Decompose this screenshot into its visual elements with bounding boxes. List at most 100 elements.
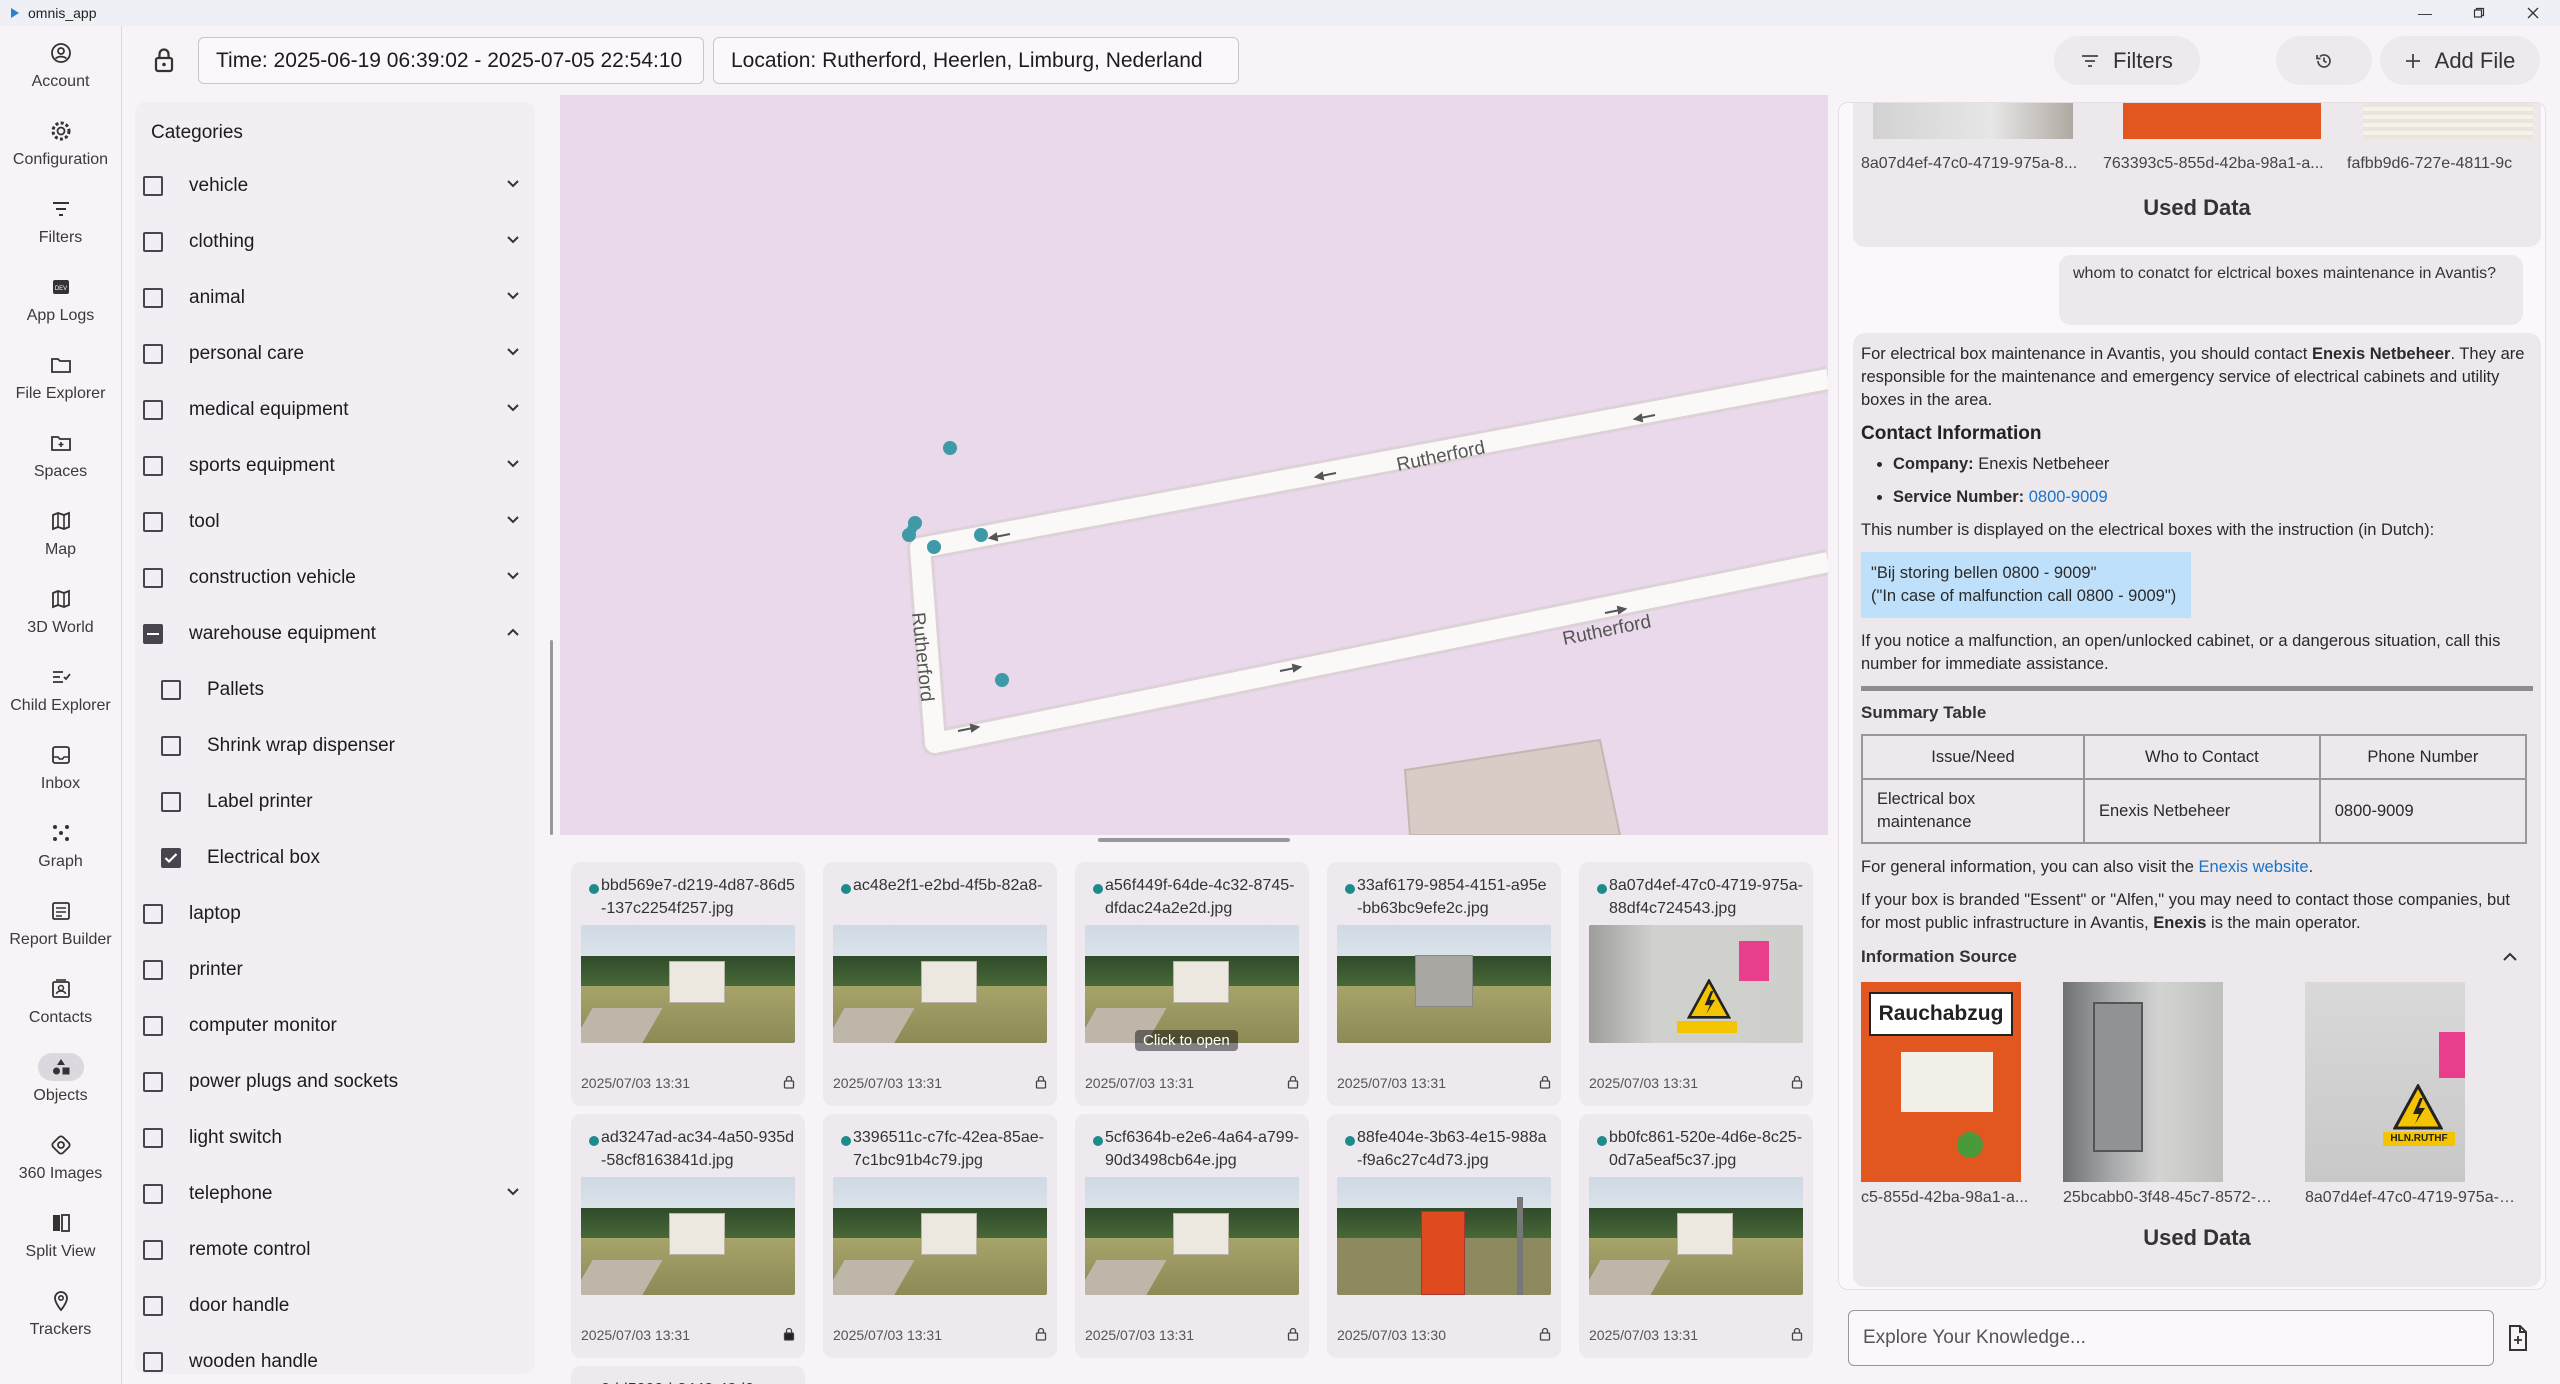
lock-icon[interactable] [1287, 1327, 1299, 1341]
chevron-down-icon[interactable] [505, 512, 521, 528]
nav-item-objects[interactable]: Objects [0, 1040, 121, 1118]
category-row[interactable]: vehicle [135, 158, 535, 214]
category-checkbox[interactable] [161, 848, 181, 868]
service-number-link[interactable]: 0800-9009 [2029, 488, 2108, 506]
category-row[interactable]: medical equipment [135, 382, 535, 438]
category-checkbox[interactable] [143, 456, 163, 476]
location-filter-chip[interactable]: Location: Rutherford, Heerlen, Limburg, … [713, 37, 1239, 84]
chevron-down-icon[interactable] [505, 1184, 521, 1200]
category-checkbox[interactable] [143, 624, 163, 644]
category-checkbox[interactable] [143, 904, 163, 924]
chevron-down-icon[interactable] [505, 400, 521, 416]
category-checkbox[interactable] [143, 1352, 163, 1372]
category-checkbox[interactable] [143, 1240, 163, 1260]
nav-item-filters[interactable]: Filters [0, 182, 121, 260]
category-row[interactable]: animal [135, 270, 535, 326]
lock-icon[interactable] [1539, 1327, 1551, 1341]
nav-item-spaces[interactable]: Spaces [0, 416, 121, 494]
lock-icon[interactable] [783, 1327, 795, 1341]
category-row[interactable]: construction vehicle [135, 550, 535, 606]
chevron-down-icon[interactable] [505, 232, 521, 248]
category-row[interactable]: wooden handle [135, 1334, 535, 1374]
category-checkbox[interactable] [143, 1128, 163, 1148]
categories-scrollbar[interactable] [550, 640, 553, 835]
file-card[interactable]: 5cf6364b-e2e6-4a64-a799-90d3498cb64e.jpg… [1075, 1114, 1309, 1358]
nav-item-account[interactable]: Account [0, 26, 121, 104]
time-filter-chip[interactable]: Time: 2025-06-19 06:39:02 - 2025-07-05 2… [198, 37, 704, 84]
category-checkbox[interactable] [143, 344, 163, 364]
file-card[interactable]: bb0fc861-520e-4d6e-8c25-0d7a5eaf5c37.jpg… [1579, 1114, 1813, 1358]
category-row[interactable]: printer [135, 942, 535, 998]
nav-item-contacts[interactable]: Contacts [0, 962, 121, 1040]
used-data-thumb[interactable] [1873, 103, 2073, 139]
minimize-button[interactable]: — [2398, 0, 2452, 26]
close-button[interactable] [2506, 0, 2560, 26]
category-row[interactable]: tool [135, 494, 535, 550]
category-checkbox[interactable] [143, 232, 163, 252]
category-checkbox[interactable] [143, 512, 163, 532]
enexis-website-link[interactable]: Enexis website [2199, 858, 2309, 876]
category-checkbox[interactable] [143, 400, 163, 420]
category-checkbox[interactable] [143, 1072, 163, 1092]
information-source-header[interactable]: Information Source [1861, 945, 2533, 968]
map-resize-handle[interactable] [1098, 838, 1290, 842]
file-card[interactable]: 88fe404e-3b63-4e15-988a-f9a6c27c4d73.jpg… [1327, 1114, 1561, 1358]
restore-button[interactable] [2452, 0, 2506, 26]
category-row[interactable]: computer monitor [135, 998, 535, 1054]
file-thumbnail[interactable] [581, 1177, 795, 1295]
category-checkbox[interactable] [143, 960, 163, 980]
category-row[interactable]: warehouse equipment [135, 606, 535, 662]
source-image[interactable] [2063, 982, 2223, 1182]
category-row[interactable]: clothing [135, 214, 535, 270]
category-row[interactable]: laptop [135, 886, 535, 942]
category-checkbox[interactable] [143, 288, 163, 308]
category-row[interactable]: personal care [135, 326, 535, 382]
lock-icon[interactable] [1035, 1075, 1047, 1089]
chevron-down-icon[interactable] [505, 456, 521, 472]
file-card[interactable]: a56f449f-64de-4c32-8745-dfdac24a2e2d.jpg… [1075, 862, 1309, 1106]
category-checkbox[interactable] [161, 736, 181, 756]
category-checkbox[interactable] [161, 680, 181, 700]
file-thumbnail[interactable] [1337, 1177, 1551, 1295]
lock-button[interactable] [152, 46, 176, 74]
category-checkbox[interactable] [143, 176, 163, 196]
lock-icon[interactable] [1791, 1075, 1803, 1089]
file-thumbnail[interactable] [833, 1177, 1047, 1295]
nav-item-inbox[interactable]: Inbox [0, 728, 121, 806]
map-view[interactable]: Rutherford Rutherford Rutherford [560, 95, 1828, 835]
subcategory-row[interactable]: Pallets [135, 662, 535, 718]
subcategory-row[interactable]: Label printer [135, 774, 535, 830]
file-card[interactable]: 2dd5000d-3440-42d0 [571, 1366, 805, 1384]
category-checkbox[interactable] [143, 1016, 163, 1036]
file-thumbnail[interactable] [581, 925, 795, 1043]
category-row[interactable]: sports equipment [135, 438, 535, 494]
file-card[interactable]: 3396511c-c7fc-42ea-85ae-7c1bc91b4c79.jpg… [823, 1114, 1057, 1358]
filters-button[interactable]: Filters [2054, 36, 2200, 85]
nav-item-file-explorer[interactable]: File Explorer [0, 338, 121, 416]
nav-item-report-builder[interactable]: Report Builder [0, 884, 121, 962]
lock-icon[interactable] [1287, 1075, 1299, 1089]
subcategory-row[interactable]: Electrical box [135, 830, 535, 886]
nav-item-3d-world[interactable]: 3D World [0, 572, 121, 650]
nav-item-split-view[interactable]: Split View [0, 1196, 121, 1274]
map-marker[interactable] [907, 524, 917, 534]
source-image[interactable]: HLN.RUTHF [2305, 982, 2465, 1182]
history-button[interactable] [2276, 36, 2372, 85]
used-data-thumb[interactable] [2123, 103, 2321, 139]
category-checkbox[interactable] [143, 1184, 163, 1204]
chevron-down-icon[interactable] [505, 568, 521, 584]
file-card[interactable]: 33af6179-9854-4151-a95e-bb63bc9efe2c.jpg… [1327, 862, 1561, 1106]
nav-item-configuration[interactable]: Configuration [0, 104, 121, 182]
file-card[interactable]: 8a07d4ef-47c0-4719-975a-88df4c724543.jpg… [1579, 862, 1813, 1106]
file-thumbnail[interactable] [1085, 925, 1299, 1043]
category-row[interactable]: remote control [135, 1222, 535, 1278]
category-row[interactable]: telephone [135, 1166, 535, 1222]
nav-item-map[interactable]: Map [0, 494, 121, 572]
map-marker[interactable] [927, 540, 941, 554]
category-row[interactable]: door handle [135, 1278, 535, 1334]
file-thumbnail[interactable] [833, 925, 1047, 1043]
lock-icon[interactable] [783, 1075, 795, 1089]
category-row[interactable]: light switch [135, 1110, 535, 1166]
file-card[interactable]: bbd569e7-d219-4d87-86d5-137c2254f257.jpg… [571, 862, 805, 1106]
nav-item-graph[interactable]: Graph [0, 806, 121, 884]
